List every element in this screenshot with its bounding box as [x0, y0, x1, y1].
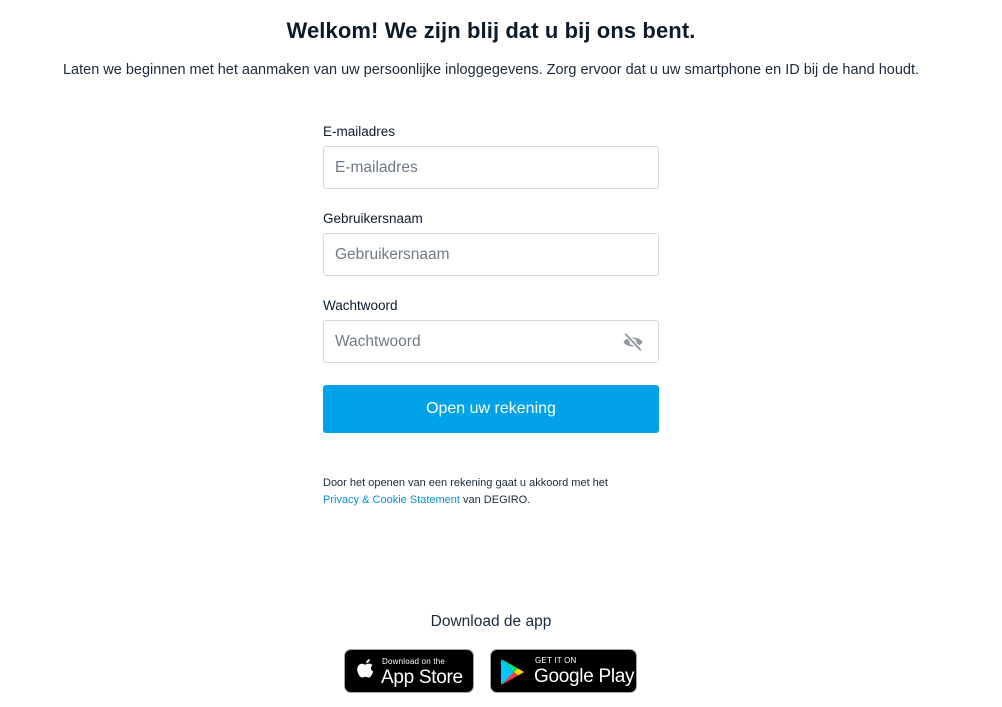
google-play-small-text: GET IT ON — [535, 656, 577, 665]
app-store-badge[interactable]: Download on the App Store — [344, 649, 474, 693]
terms-prefix: Door het openen van een rekening gaat u … — [323, 477, 608, 489]
page-title: Welkom! We zijn blij dat u bij ons bent. — [286, 18, 696, 43]
email-field-wrapper — [323, 146, 659, 189]
store-badges: Download on the App Store GET IT ON Goog… — [344, 649, 638, 693]
google-play-icon — [500, 658, 526, 691]
terms-suffix: van DEGIRO. — [459, 494, 531, 506]
email-label: E-mailadres — [323, 124, 396, 139]
open-account-button[interactable]: Open uw rekening — [323, 385, 659, 433]
email-field[interactable] — [324, 147, 658, 188]
registration-page: Welkom! We zijn blij dat u bij ons bent.… — [0, 0, 1002, 707]
eye-slash-icon[interactable] — [622, 332, 644, 352]
google-play-badge[interactable]: GET IT ON Google Play — [490, 649, 637, 693]
password-field-wrapper — [323, 320, 659, 363]
google-play-big-text: Google Play — [534, 666, 635, 687]
privacy-cookie-link[interactable]: Privacy & Cookie Statement — [323, 494, 460, 506]
registration-form: E-mailadres Gebruikersnaam Wachtwoord Op… — [323, 124, 659, 509]
app-store-small-text: Download on the — [382, 657, 446, 666]
app-store-big-text: App Store — [381, 667, 463, 688]
username-field-wrapper — [323, 233, 659, 276]
username-label: Gebruikersnaam — [323, 211, 423, 226]
page-subtitle: Laten we beginnen met het aanmaken van u… — [62, 62, 920, 78]
username-field[interactable] — [324, 234, 658, 275]
apple-icon — [356, 658, 376, 688]
terms-text: Door het openen van een rekening gaat u … — [323, 475, 659, 509]
password-label: Wachtwoord — [323, 298, 398, 313]
password-field[interactable] — [324, 321, 658, 362]
download-app-title: Download de app — [430, 613, 552, 630]
